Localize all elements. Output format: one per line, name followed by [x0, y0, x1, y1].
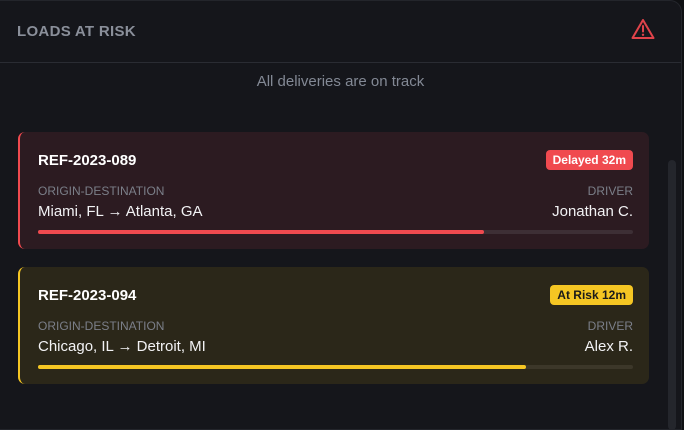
load-card[interactable]: REF-2023-094 At Risk 12m ORIGIN-DESTINAT…	[18, 267, 649, 384]
load-ref: REF-2023-094	[38, 286, 137, 304]
status-badge: At Risk 12m	[550, 285, 633, 305]
status-badge: Delayed 32m	[545, 150, 633, 170]
route: Chicago, IL → Detroit, MI	[38, 338, 206, 355]
warning-triangle-icon	[631, 18, 655, 45]
load-ref: REF-2023-089	[38, 151, 137, 169]
driver-label: DRIVER	[587, 319, 633, 333]
driver-name: Jonathan C.	[552, 203, 633, 220]
empty-state-message: All deliveries are on track	[256, 73, 425, 90]
driver-label: DRIVER	[587, 184, 633, 198]
progress-fill	[38, 365, 526, 369]
origin-destination-label: ORIGIN-DESTINATION	[38, 319, 165, 333]
progress-bar	[38, 230, 633, 234]
origin-destination-label: ORIGIN-DESTINATION	[38, 184, 165, 198]
route: Miami, FL → Atlanta, GA	[38, 203, 203, 220]
progress-fill	[38, 230, 485, 234]
progress-bar	[38, 365, 633, 369]
scrollbar[interactable]	[668, 160, 676, 430]
driver-name: Alex R.	[584, 338, 633, 355]
panel-header: LOADS AT RISK	[0, 1, 681, 63]
panel-title: LOADS AT RISK	[17, 23, 136, 40]
load-card[interactable]: REF-2023-089 Delayed 32m ORIGIN-DESTINAT…	[18, 132, 649, 249]
